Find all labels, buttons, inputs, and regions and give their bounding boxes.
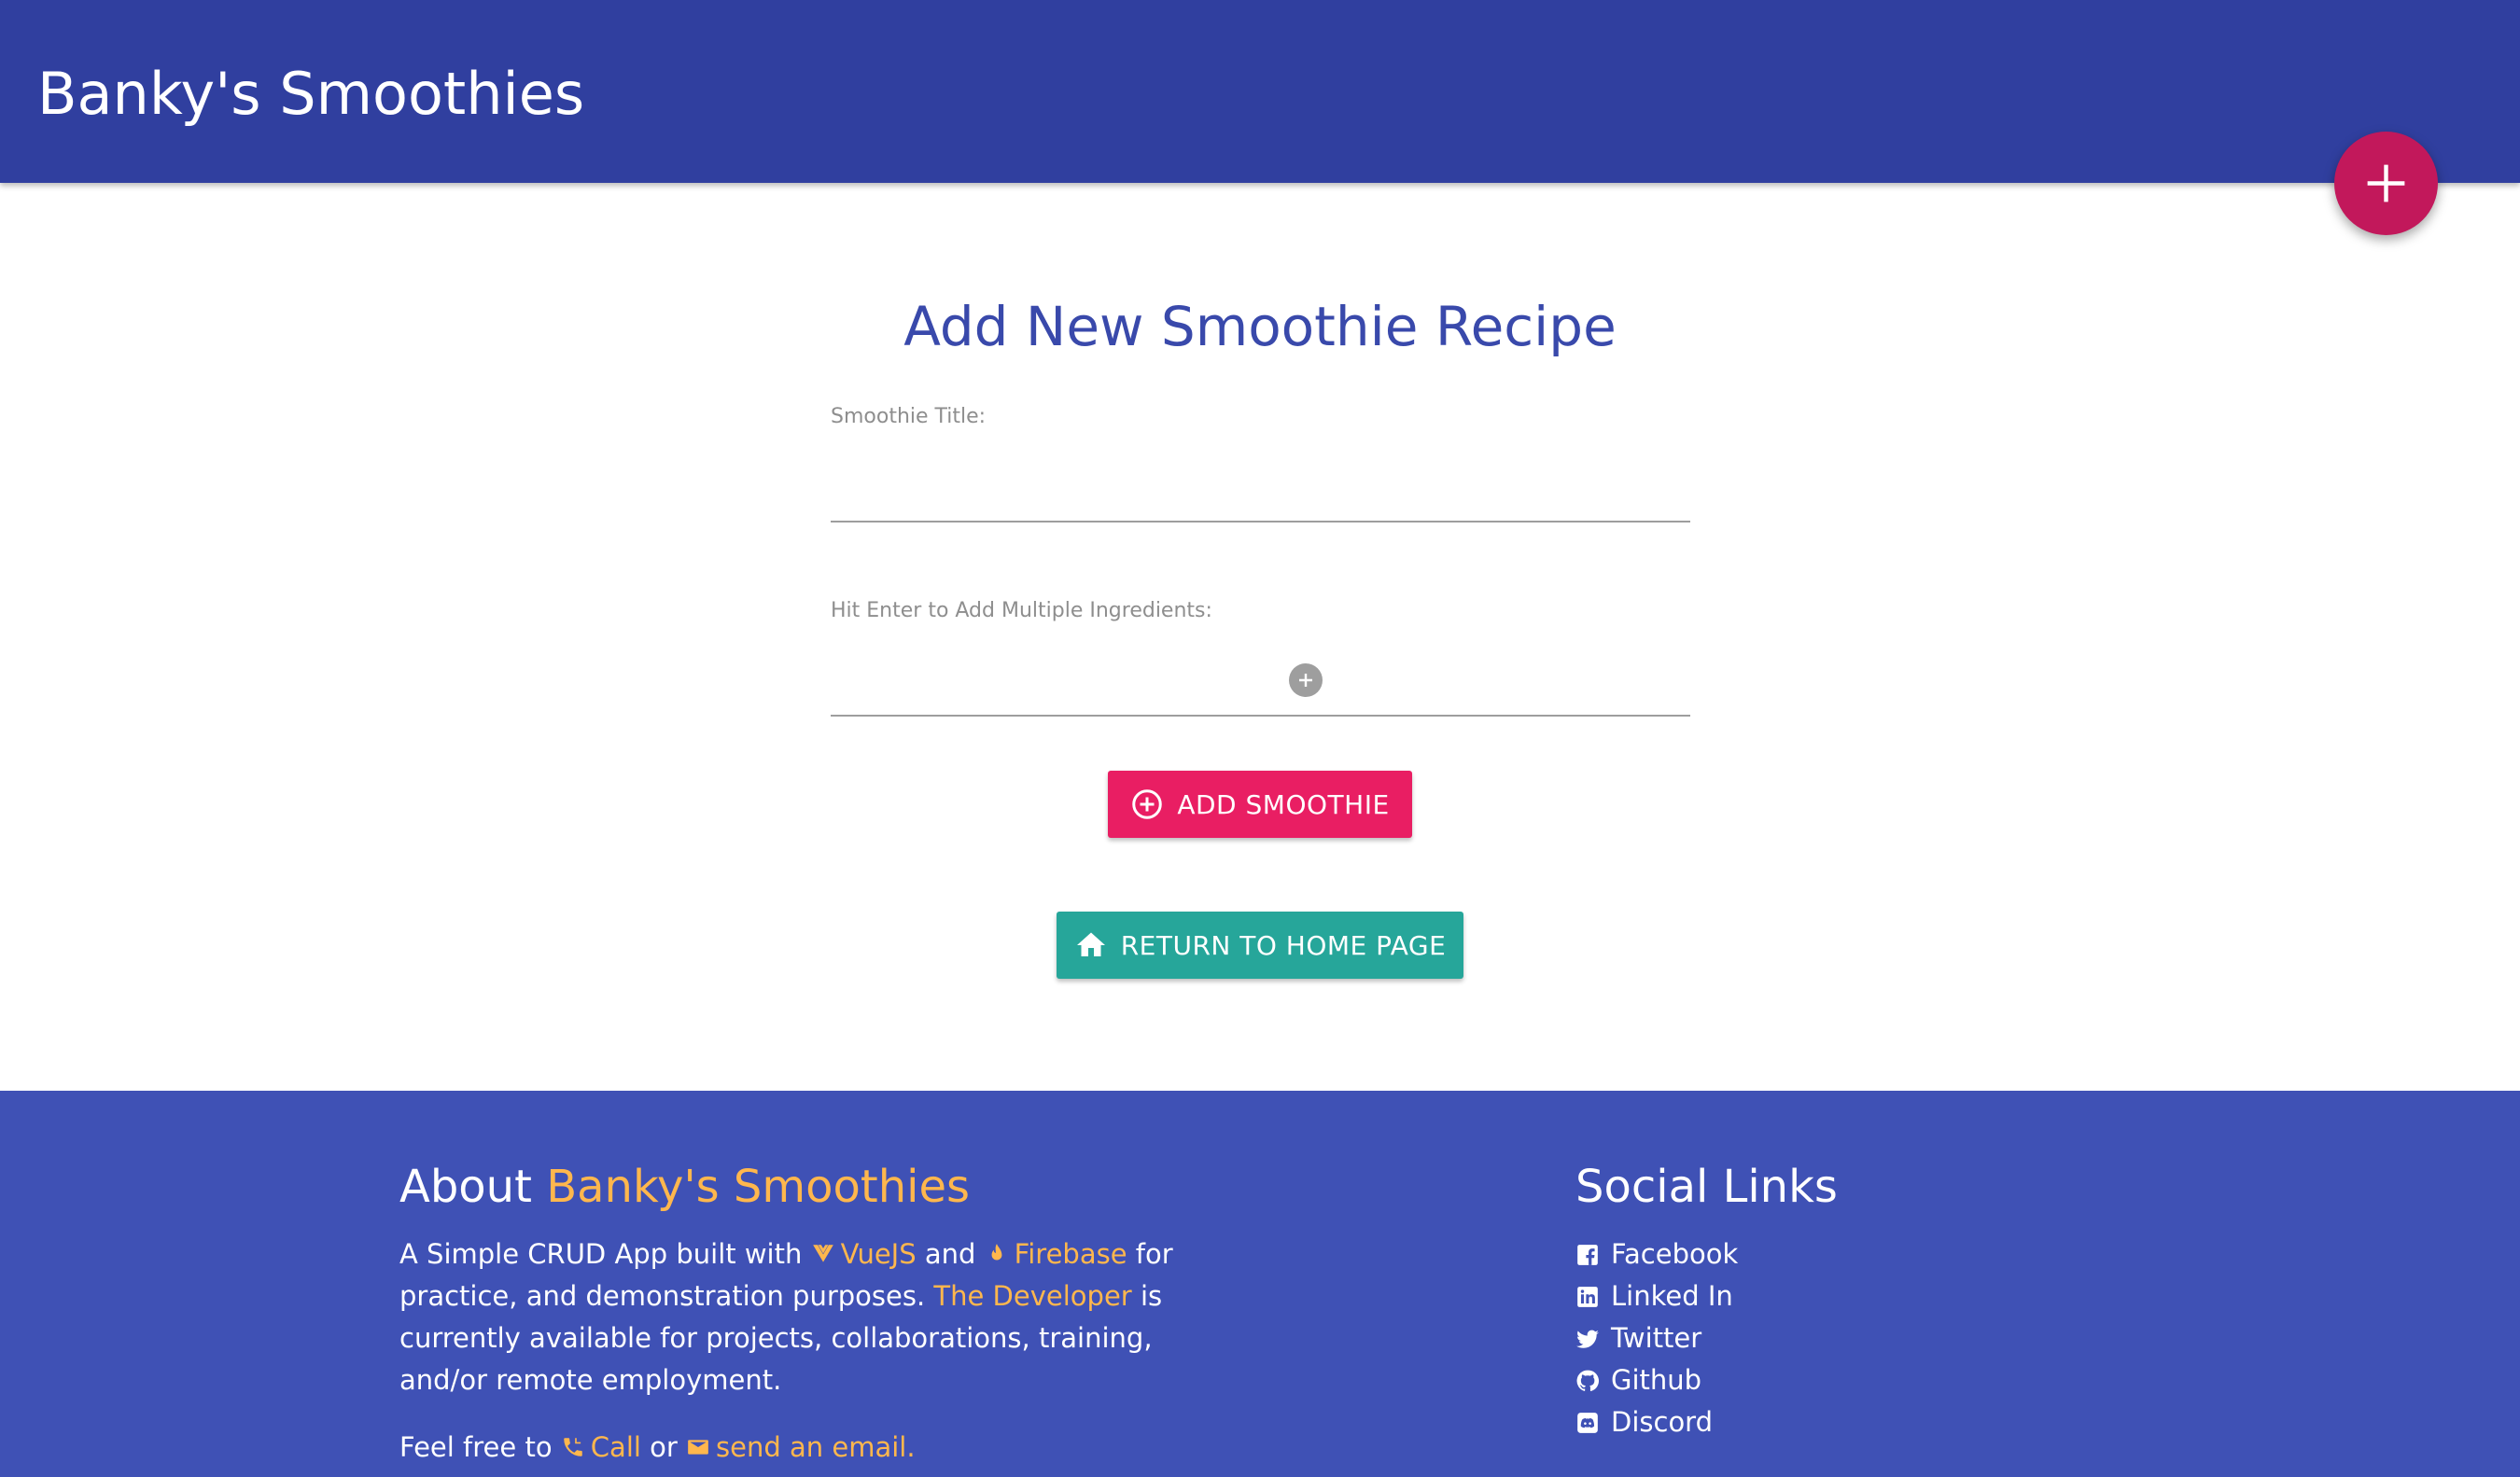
return-home-label: RETURN TO HOME PAGE <box>1120 929 1447 961</box>
firebase-label: Firebase <box>1014 1238 1127 1270</box>
footer: About Banky's Smoothies A Simple CRUD Ap… <box>0 1091 2520 1477</box>
about-text-1: A Simple CRUD App built with <box>399 1238 803 1270</box>
email-icon <box>686 1435 710 1459</box>
phone-icon <box>561 1435 585 1459</box>
smoothie-title-input[interactable] <box>831 467 1690 523</box>
ingredients-input[interactable] <box>831 661 1690 717</box>
plus-circle-icon <box>1299 674 1312 687</box>
firebase-icon <box>985 1242 1009 1266</box>
add-smoothie-fab[interactable] <box>2334 132 2438 235</box>
plus-icon <box>2367 164 2405 202</box>
contact-paragraph: Feel free to Call or send an email. <box>399 1427 1230 1469</box>
vuejs-link[interactable]: VueJS <box>811 1238 917 1270</box>
call-link[interactable]: Call <box>561 1431 641 1463</box>
social-label-twitter: Twitter <box>1611 1322 1702 1354</box>
social-link-linkedin[interactable]: Linked In <box>1575 1275 1738 1317</box>
contact-text-2: or <box>650 1431 678 1463</box>
social-link-github[interactable]: Github <box>1575 1359 1738 1401</box>
github-icon <box>1575 1369 1600 1393</box>
vuejs-label: VueJS <box>840 1238 917 1270</box>
about-paragraph: A Simple CRUD App built with VueJS and F… <box>399 1233 1230 1401</box>
brand-logo[interactable]: Banky's Smoothies <box>37 59 584 130</box>
social-label-linkedin: Linked In <box>1611 1280 1733 1312</box>
email-link[interactable]: send an email. <box>686 1431 916 1463</box>
return-home-button[interactable]: RETURN TO HOME PAGE <box>1057 912 1463 979</box>
smoothie-title-label: Smoothie Title: <box>831 405 987 428</box>
social-link-twitter[interactable]: Twitter <box>1575 1317 1738 1359</box>
page-title: Add New Smoothie Recipe <box>903 295 1617 358</box>
about-heading: About Banky's Smoothies <box>399 1159 970 1215</box>
email-label: send an email. <box>716 1431 916 1463</box>
add-smoothie-button[interactable]: ADD SMOOTHIE <box>1108 771 1412 838</box>
social-heading: Social Links <box>1575 1161 1838 1213</box>
vuejs-icon <box>811 1242 835 1266</box>
facebook-icon <box>1575 1243 1600 1267</box>
add-smoothie-label: ADD SMOOTHIE <box>1177 788 1390 820</box>
social-link-facebook[interactable]: Facebook <box>1575 1233 1738 1275</box>
add-ingredient-button[interactable] <box>1289 663 1323 697</box>
firebase-link[interactable]: Firebase <box>985 1238 1127 1270</box>
social-link-discord[interactable]: Discord <box>1575 1401 1738 1443</box>
developer-link[interactable]: The Developer <box>933 1280 1131 1312</box>
home-icon <box>1074 928 1108 962</box>
social-label-facebook: Facebook <box>1611 1238 1739 1270</box>
navbar: Banky's Smoothies <box>0 0 2520 183</box>
call-label: Call <box>590 1431 641 1463</box>
linkedin-icon <box>1575 1285 1600 1309</box>
twitter-icon <box>1575 1327 1600 1351</box>
contact-text-1: Feel free to <box>399 1431 553 1463</box>
social-label-github: Github <box>1611 1364 1702 1396</box>
discord-icon <box>1575 1411 1600 1435</box>
social-label-discord: Discord <box>1611 1406 1714 1438</box>
ingredients-label: Hit Enter to Add Multiple Ingredients: <box>831 599 1212 622</box>
about-heading-brand: Banky's Smoothies <box>546 1161 970 1213</box>
about-text-2: and <box>924 1238 976 1270</box>
plus-circle-outline-icon <box>1130 787 1164 821</box>
social-links-list: Facebook Linked In Twitter Github Discor… <box>1575 1233 1738 1443</box>
about-heading-prefix: About <box>399 1161 532 1213</box>
